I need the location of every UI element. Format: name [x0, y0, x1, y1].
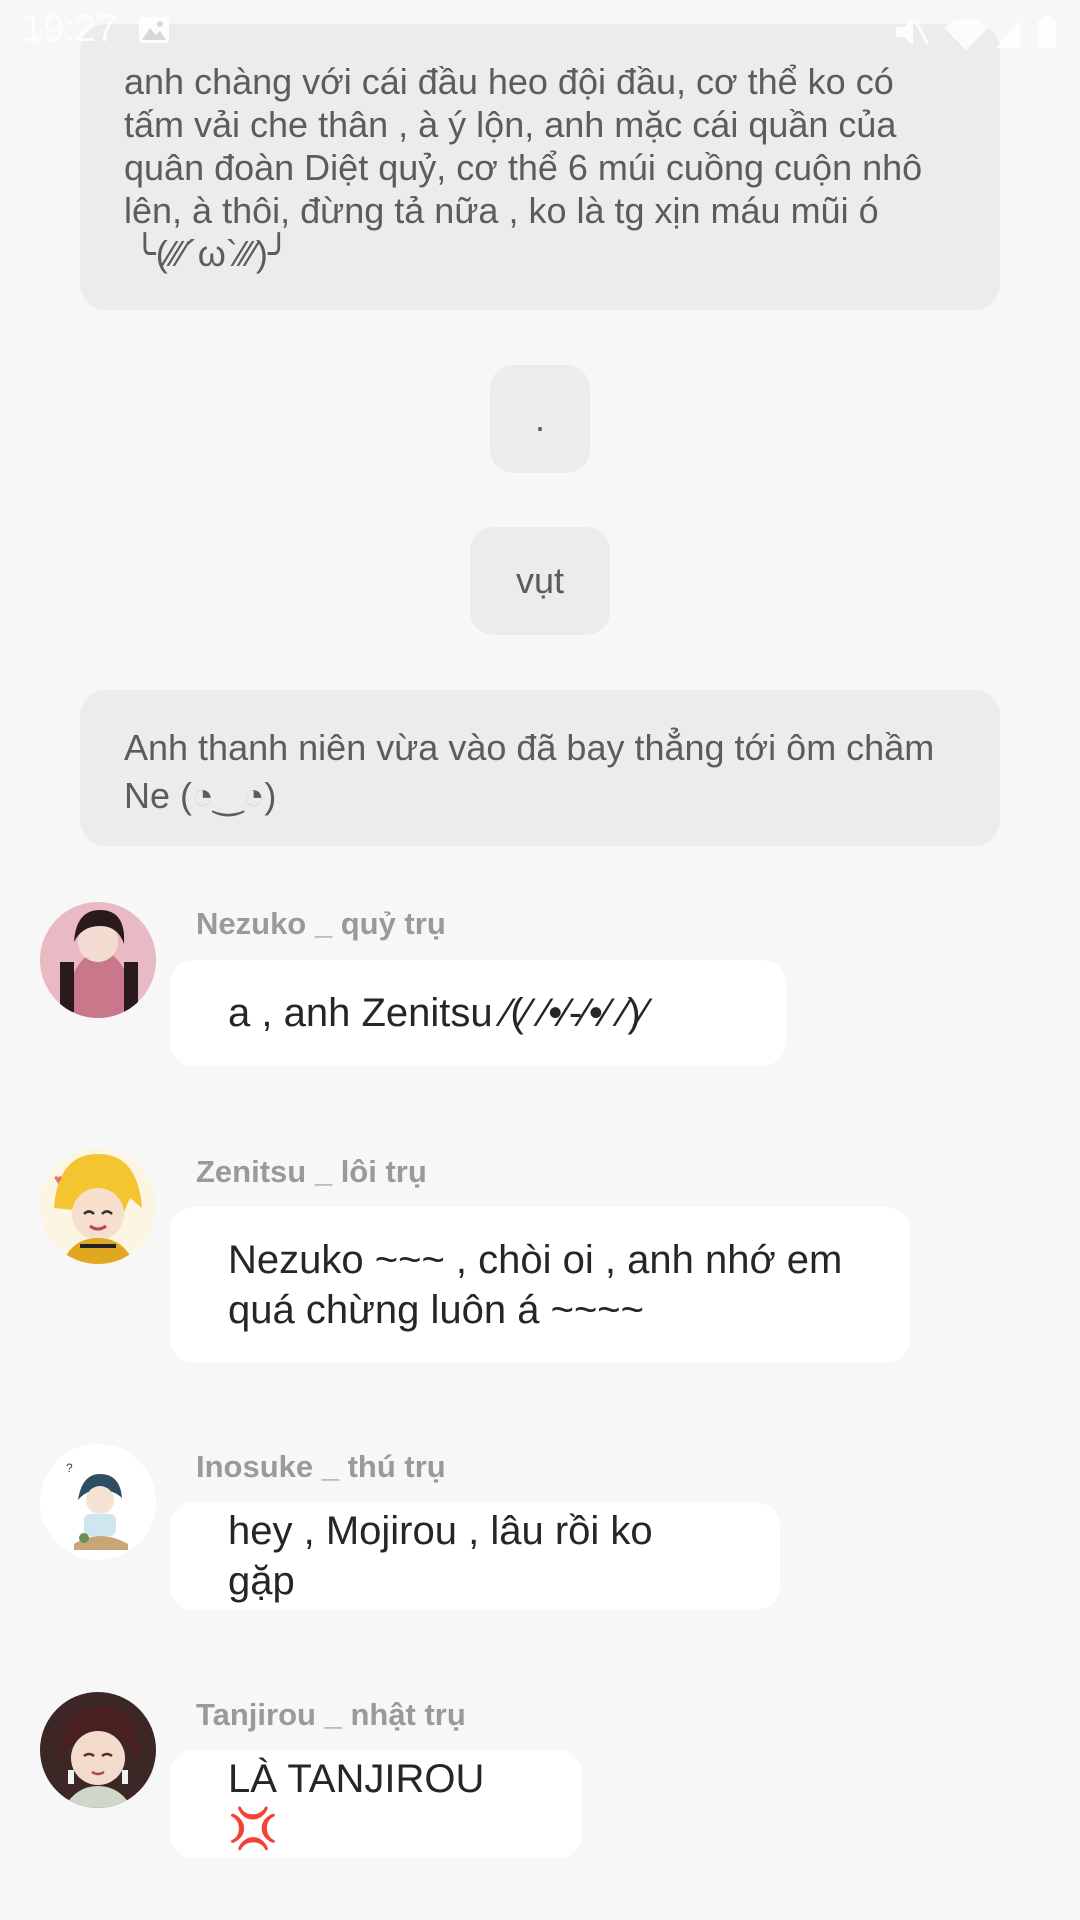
narration-bubble: Anh thanh niên vừa vào đã bay thẳng tới …: [80, 690, 1000, 846]
image-notification-icon: [138, 16, 170, 44]
speaker-name: Tanjirou _ nhật trụ: [196, 1697, 466, 1732]
narration-text: vụt: [515, 560, 565, 601]
narration-text: .: [534, 398, 545, 439]
svg-text:?: ?: [66, 1461, 73, 1475]
narration-bubble: vụt: [470, 527, 610, 635]
narration-text: anh chàng với cái đầu heo đội đầu, cơ th…: [124, 61, 923, 274]
message-bubble: a , anh Zenitsu ⁄(⁄ ⁄•⁄-⁄•⁄ ⁄)⁄: [170, 960, 786, 1066]
avatar-tanjirou[interactable]: [40, 1692, 156, 1808]
status-time: 19:27: [22, 8, 118, 50]
message-text: Nezuko ~~~ , chòi oi , anh nhớ em quá ch…: [228, 1238, 843, 1332]
svg-text:♥: ♥: [54, 1171, 62, 1187]
speaker-name: Inosuke _ thú trụ: [196, 1449, 446, 1484]
message-text: hey , Mojirou , lâu rồi ko gặp: [228, 1509, 664, 1603]
narration-bubble: anh chàng với cái đầu heo đội đầu, cơ th…: [80, 24, 1000, 310]
message-bubble: LÀ TANJIROU 💢: [170, 1750, 582, 1858]
narration-text: Anh thanh niên vừa vào đã bay thẳng tới …: [124, 727, 935, 816]
wifi-icon: [944, 19, 988, 50]
message-text: a , anh Zenitsu ⁄(⁄ ⁄•⁄-⁄•⁄ ⁄)⁄: [228, 991, 648, 1035]
status-bar: 19:27: [0, 0, 1080, 64]
mute-icon: [896, 19, 930, 45]
battery-icon: [1038, 16, 1056, 48]
message-bubble: Nezuko ~~~ , chòi oi , anh nhớ em quá ch…: [170, 1207, 910, 1363]
signal-icon: [996, 20, 1020, 48]
avatar-zenitsu[interactable]: ♥: [40, 1148, 156, 1264]
message-bubble: hey , Mojirou , lâu rồi ko gặp: [170, 1502, 780, 1610]
message-text: LÀ TANJIROU 💢: [228, 1757, 496, 1851]
avatar-inosuke[interactable]: ?: [40, 1444, 156, 1560]
speaker-name: Zenitsu _ lôi trụ: [196, 1154, 427, 1189]
narration-bubble: .: [490, 365, 590, 473]
status-indicators: [892, 14, 1062, 50]
avatar-nezuko[interactable]: [40, 902, 156, 1018]
chat-story-screen: 19:27 anh chàng với cái đầu heo đội đầu,…: [0, 0, 1080, 1920]
speaker-name: Nezuko _ quỷ trụ: [196, 906, 446, 941]
